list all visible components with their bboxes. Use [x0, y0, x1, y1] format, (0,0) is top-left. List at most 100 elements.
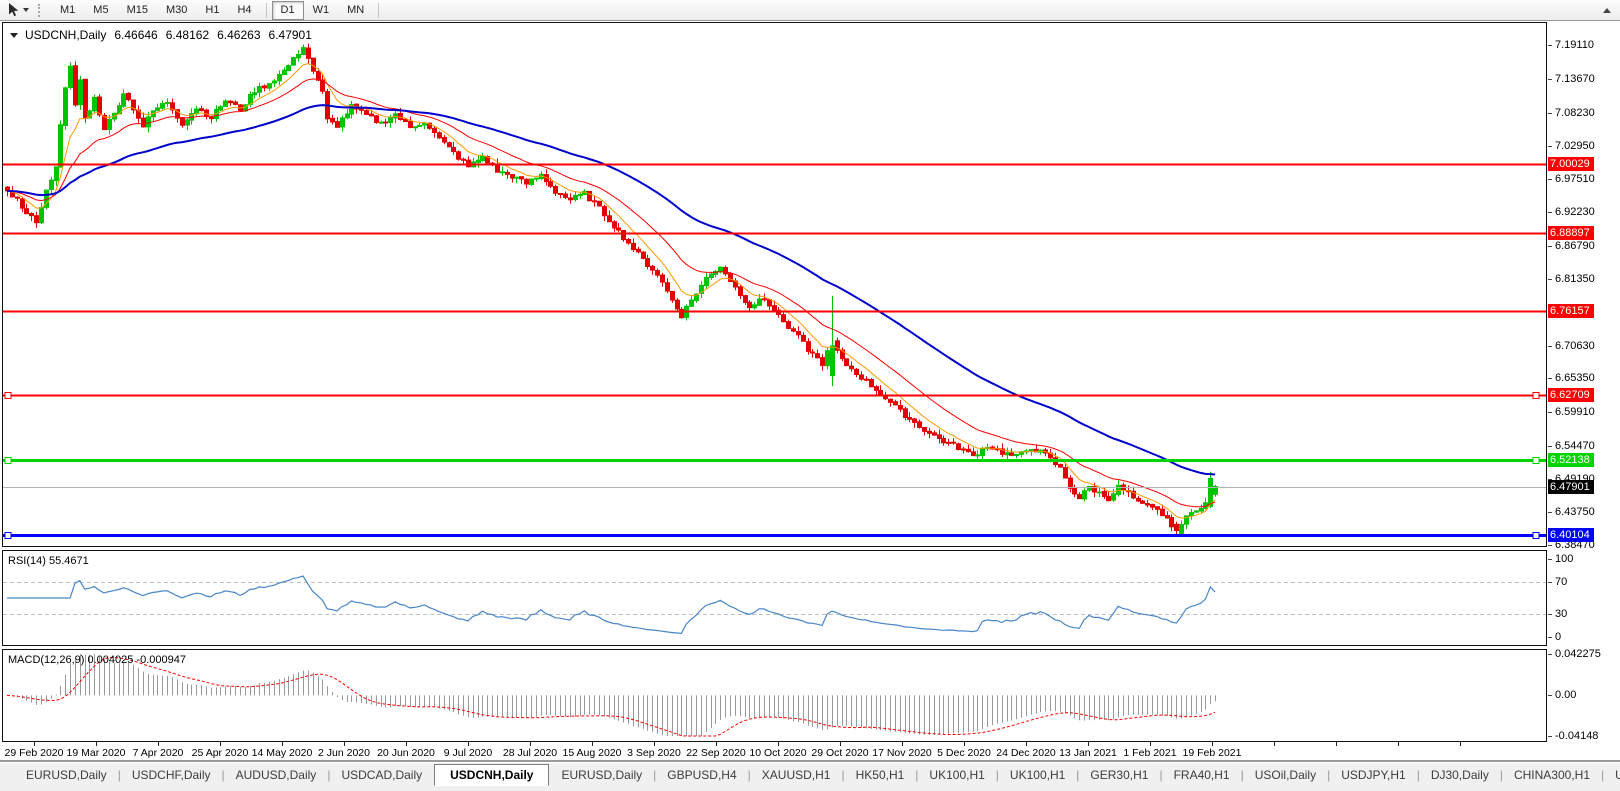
price-axis[interactable]: 7.191107.136707.082307.029506.975106.922… [1548, 22, 1620, 759]
candle-body [811, 352, 815, 353]
candle-body [35, 216, 39, 223]
date-label: 9 Jul 2020 [444, 747, 492, 759]
line-handle[interactable] [1533, 533, 1539, 539]
tab-china300-h1[interactable]: CHINA300,H1 [1502, 765, 1602, 785]
tab-eurusd-daily[interactable]: EURUSD,Daily [549, 765, 654, 785]
timeframe-button-MN[interactable]: MN [338, 1, 373, 20]
timeframe-button-M5[interactable]: M5 [84, 1, 117, 20]
candle-body [93, 98, 97, 111]
candle-body [336, 122, 340, 128]
cursor-tool-button[interactable] [4, 2, 32, 18]
candle-body [923, 428, 927, 432]
candle-body [928, 431, 932, 433]
tab-usdcad-daily[interactable]: USDCAD,Daily [329, 765, 434, 785]
rsi-axis-tick: 70 [1548, 576, 1567, 588]
level-price-label[interactable]: 6.88897 [1548, 226, 1594, 240]
candle-body [418, 125, 422, 126]
tab-uk100-h1[interactable]: UK100,H1 [998, 765, 1077, 785]
tab-audusd-daily[interactable]: AUDUSD,Daily [224, 765, 329, 785]
candlestick-chart[interactable] [3, 23, 1546, 546]
tab-xauusd-h1[interactable]: XAUUSD,H1 [750, 765, 843, 785]
price-tick: 6.70630 [1548, 340, 1595, 352]
candle-body [729, 274, 733, 282]
date-label: 3 Sep 2020 [627, 747, 681, 759]
tick-mark [1548, 637, 1552, 638]
level-price-label[interactable]: 7.00029 [1548, 157, 1594, 171]
candle-body [467, 160, 471, 167]
candle-body [283, 70, 287, 75]
tab-usdjpy-h1[interactable]: USDJPY,H1 [1329, 765, 1417, 785]
candle-body [481, 156, 485, 161]
tab-dj30-daily[interactable]: DJ30,Daily [1419, 765, 1501, 785]
quote-low: 6.46263 [217, 28, 260, 42]
candle-body [1166, 516, 1170, 518]
tick-mark [1548, 246, 1552, 247]
candle-body [166, 103, 170, 104]
macd-pane[interactable]: MACD(12,26,9) 0.004025 -0.000947 [2, 649, 1547, 742]
timeframe-button-H4[interactable]: H4 [228, 1, 260, 20]
level-price-label[interactable]: 6.40104 [1548, 528, 1594, 542]
timeframe-button-H1[interactable]: H1 [196, 1, 228, 20]
tab-usoil-daily[interactable]: USOil,Daily [1243, 765, 1328, 785]
line-handle[interactable] [5, 533, 11, 539]
symbol-tabs: EURUSD,Daily|USDCHF,Daily|AUDUSD,Daily|U… [14, 764, 1620, 786]
tab-fra40-h1[interactable]: FRA40,H1 [1162, 765, 1242, 785]
candle-body [258, 87, 262, 93]
level-price-label[interactable]: 6.52138 [1548, 453, 1594, 467]
symbol-name: USDCNH,Daily [25, 28, 106, 42]
candle-body [147, 117, 151, 127]
candle-body [598, 201, 602, 206]
tab-uk100-h1[interactable]: UK100,H1 [917, 765, 996, 785]
candle-body [59, 125, 63, 167]
price-tick: 6.43750 [1548, 506, 1595, 518]
candle-body [967, 449, 971, 451]
tab-usoil-[interactable]: USOil, [1603, 765, 1620, 785]
tab-eurusd-daily[interactable]: EURUSD,Daily [14, 765, 119, 785]
tab-usdcnh-daily[interactable]: USDCNH,Daily [434, 764, 549, 786]
tab-gbpusd-h4[interactable]: GBPUSD,H4 [655, 765, 748, 785]
toolbar-drag-handle[interactable] [38, 4, 43, 17]
level-price-label[interactable]: 6.62709 [1548, 388, 1594, 402]
timeframe-button-W1[interactable]: W1 [304, 1, 339, 20]
candle-body [142, 118, 146, 127]
candle-body [642, 252, 646, 258]
rsi-chart[interactable] [3, 551, 1546, 645]
candle-body [181, 118, 185, 126]
candle-body [671, 292, 675, 301]
tab-hk50-h1[interactable]: HK50,H1 [844, 765, 917, 785]
candle-body [802, 335, 806, 341]
line-handle[interactable] [5, 393, 11, 399]
price-tick: 6.65350 [1548, 372, 1595, 384]
date-axis[interactable]: 29 Feb 202019 Mar 20207 Apr 202025 Apr 2… [0, 742, 1620, 760]
candle-body [1083, 491, 1087, 499]
candle-body [200, 109, 204, 111]
macd-chart[interactable] [3, 650, 1546, 741]
tab-usdchf-daily[interactable]: USDCHF,Daily [120, 765, 223, 785]
rsi-pane[interactable]: RSI(14) 55.4671 [2, 550, 1547, 646]
rsi-label: RSI(14) 55.4671 [8, 555, 89, 567]
candle-body [161, 104, 165, 109]
candle-body [535, 178, 539, 179]
line-handle[interactable] [1533, 393, 1539, 399]
main-chart-pane[interactable]: USDCNH,Daily 6.46646 6.48162 6.46263 6.4… [2, 22, 1547, 547]
timeframe-button-M15[interactable]: M15 [118, 1, 157, 20]
candle-body [331, 118, 335, 122]
candle-body [30, 214, 34, 216]
timeframe-button-M1[interactable]: M1 [51, 1, 84, 20]
toolbar-overflow-icon[interactable] [1603, 8, 1611, 13]
line-handle[interactable] [1533, 458, 1539, 464]
tab-ger30-h1[interactable]: GER30,H1 [1078, 765, 1160, 785]
candle-body [899, 406, 903, 410]
timeframe-button-M30[interactable]: M30 [157, 1, 196, 20]
date-tick [282, 742, 283, 746]
date-tick [34, 742, 35, 746]
collapse-triangle-icon[interactable] [10, 33, 18, 38]
candle-body [452, 147, 456, 151]
candle-body [787, 322, 791, 329]
candle-body [826, 351, 830, 366]
candle-body [1059, 464, 1063, 467]
line-handle[interactable] [5, 458, 11, 464]
level-price-label[interactable]: 6.76157 [1548, 304, 1594, 318]
timeframe-button-D1[interactable]: D1 [272, 1, 304, 20]
candle-body [947, 442, 951, 443]
